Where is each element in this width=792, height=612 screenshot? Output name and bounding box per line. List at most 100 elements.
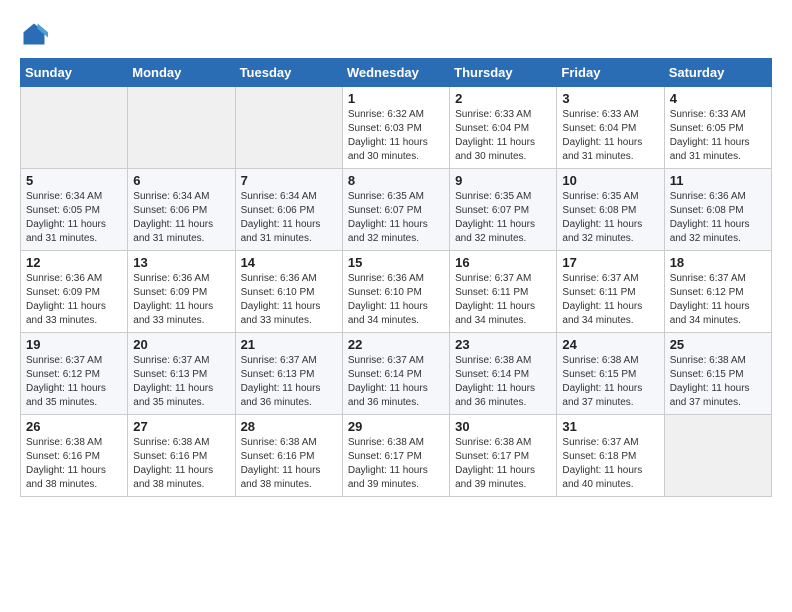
weekday-header: Tuesday [235, 59, 342, 87]
day-number: 5 [26, 173, 122, 188]
day-info: Sunrise: 6:33 AM Sunset: 6:04 PM Dayligh… [455, 108, 551, 164]
day-info: Sunrise: 6:34 AM Sunset: 6:05 PM Dayligh… [26, 190, 122, 246]
calendar-day-cell: 5 Sunrise: 6:34 AM Sunset: 6:05 PM Daylig… [21, 169, 128, 251]
day-number: 15 [348, 255, 444, 270]
calendar-week-row: 12 Sunrise: 6:36 AM Sunset: 6:09 PM Dayli… [21, 251, 772, 333]
day-info: Sunrise: 6:37 AM Sunset: 6:13 PM Dayligh… [241, 354, 337, 410]
calendar-day-cell: 20 Sunrise: 6:37 AM Sunset: 6:13 PM Dayli… [128, 333, 235, 415]
page-header [20, 20, 772, 48]
day-info: Sunrise: 6:35 AM Sunset: 6:07 PM Dayligh… [455, 190, 551, 246]
day-info: Sunrise: 6:38 AM Sunset: 6:17 PM Dayligh… [455, 436, 551, 492]
day-info: Sunrise: 6:36 AM Sunset: 6:09 PM Dayligh… [133, 272, 229, 328]
logo [20, 20, 52, 48]
day-info: Sunrise: 6:37 AM Sunset: 6:12 PM Dayligh… [26, 354, 122, 410]
day-number: 24 [562, 337, 658, 352]
calendar-week-row: 19 Sunrise: 6:37 AM Sunset: 6:12 PM Dayli… [21, 333, 772, 415]
calendar-day-cell: 10 Sunrise: 6:35 AM Sunset: 6:08 PM Dayli… [557, 169, 664, 251]
day-number: 19 [26, 337, 122, 352]
day-number: 28 [241, 419, 337, 434]
calendar-day-cell: 25 Sunrise: 6:38 AM Sunset: 6:15 PM Dayli… [664, 333, 771, 415]
calendar-day-cell: 19 Sunrise: 6:37 AM Sunset: 6:12 PM Dayli… [21, 333, 128, 415]
calendar-day-cell: 18 Sunrise: 6:37 AM Sunset: 6:12 PM Dayli… [664, 251, 771, 333]
calendar-day-cell: 6 Sunrise: 6:34 AM Sunset: 6:06 PM Daylig… [128, 169, 235, 251]
day-number: 16 [455, 255, 551, 270]
day-number: 14 [241, 255, 337, 270]
calendar-day-cell: 16 Sunrise: 6:37 AM Sunset: 6:11 PM Dayli… [450, 251, 557, 333]
day-info: Sunrise: 6:36 AM Sunset: 6:09 PM Dayligh… [26, 272, 122, 328]
calendar-day-cell: 7Sunrise: 6:34 AM Sunset: 6:06 PM Daylig… [235, 169, 342, 251]
day-number: 17 [562, 255, 658, 270]
day-info: Sunrise: 6:35 AM Sunset: 6:08 PM Dayligh… [562, 190, 658, 246]
day-info: Sunrise: 6:38 AM Sunset: 6:15 PM Dayligh… [562, 354, 658, 410]
weekday-header: Sunday [21, 59, 128, 87]
day-number: 10 [562, 173, 658, 188]
day-number: 1 [348, 91, 444, 106]
day-number: 4 [670, 91, 766, 106]
day-info: Sunrise: 6:36 AM Sunset: 6:10 PM Dayligh… [241, 272, 337, 328]
calendar-day-cell [235, 87, 342, 169]
calendar-day-cell: 27 Sunrise: 6:38 AM Sunset: 6:16 PM Dayli… [128, 415, 235, 497]
day-info: Sunrise: 6:34 AM Sunset: 6:06 PM Dayligh… [133, 190, 229, 246]
day-number: 30 [455, 419, 551, 434]
calendar-day-cell [128, 87, 235, 169]
weekday-header-row: SundayMondayTuesdayWednesdayThursdayFrid… [21, 59, 772, 87]
weekday-header: Monday [128, 59, 235, 87]
calendar-day-cell: 31 Sunrise: 6:37 AM Sunset: 6:18 PM Dayli… [557, 415, 664, 497]
calendar-day-cell: 4 Sunrise: 6:33 AM Sunset: 6:05 PM Daylig… [664, 87, 771, 169]
day-number: 21 [241, 337, 337, 352]
day-number: 6 [133, 173, 229, 188]
day-number: 2 [455, 91, 551, 106]
day-info: Sunrise: 6:36 AM Sunset: 6:10 PM Dayligh… [348, 272, 444, 328]
calendar-day-cell: 3 Sunrise: 6:33 AM Sunset: 6:04 PM Daylig… [557, 87, 664, 169]
day-info: Sunrise: 6:37 AM Sunset: 6:11 PM Dayligh… [562, 272, 658, 328]
calendar-day-cell: 9 Sunrise: 6:35 AM Sunset: 6:07 PM Daylig… [450, 169, 557, 251]
day-info: Sunrise: 6:38 AM Sunset: 6:16 PM Dayligh… [26, 436, 122, 492]
day-info: Sunrise: 6:37 AM Sunset: 6:18 PM Dayligh… [562, 436, 658, 492]
day-number: 20 [133, 337, 229, 352]
day-number: 12 [26, 255, 122, 270]
day-number: 22 [348, 337, 444, 352]
calendar-day-cell: 26Sunrise: 6:38 AM Sunset: 6:16 PM Dayli… [21, 415, 128, 497]
day-number: 25 [670, 337, 766, 352]
day-info: Sunrise: 6:37 AM Sunset: 6:12 PM Dayligh… [670, 272, 766, 328]
day-number: 3 [562, 91, 658, 106]
day-number: 23 [455, 337, 551, 352]
day-info: Sunrise: 6:33 AM Sunset: 6:05 PM Dayligh… [670, 108, 766, 164]
day-number: 7 [241, 173, 337, 188]
weekday-header: Saturday [664, 59, 771, 87]
calendar-day-cell: 8 Sunrise: 6:35 AM Sunset: 6:07 PM Daylig… [342, 169, 449, 251]
day-number: 9 [455, 173, 551, 188]
day-info: Sunrise: 6:35 AM Sunset: 6:07 PM Dayligh… [348, 190, 444, 246]
calendar-day-cell: 23Sunrise: 6:38 AM Sunset: 6:14 PM Dayli… [450, 333, 557, 415]
day-info: Sunrise: 6:38 AM Sunset: 6:16 PM Dayligh… [133, 436, 229, 492]
calendar-week-row: 5 Sunrise: 6:34 AM Sunset: 6:05 PM Daylig… [21, 169, 772, 251]
calendar-day-cell: 2 Sunrise: 6:33 AM Sunset: 6:04 PM Daylig… [450, 87, 557, 169]
day-info: Sunrise: 6:33 AM Sunset: 6:04 PM Dayligh… [562, 108, 658, 164]
day-number: 31 [562, 419, 658, 434]
calendar-day-cell: 15 Sunrise: 6:36 AM Sunset: 6:10 PM Dayli… [342, 251, 449, 333]
calendar-day-cell: 11Sunrise: 6:36 AM Sunset: 6:08 PM Dayli… [664, 169, 771, 251]
day-info: Sunrise: 6:38 AM Sunset: 6:15 PM Dayligh… [670, 354, 766, 410]
day-number: 29 [348, 419, 444, 434]
calendar-day-cell [21, 87, 128, 169]
day-info: Sunrise: 6:38 AM Sunset: 6:16 PM Dayligh… [241, 436, 337, 492]
day-info: Sunrise: 6:32 AM Sunset: 6:03 PM Dayligh… [348, 108, 444, 164]
calendar-day-cell [664, 415, 771, 497]
calendar-day-cell: 17 Sunrise: 6:37 AM Sunset: 6:11 PM Dayli… [557, 251, 664, 333]
calendar-day-cell: 30 Sunrise: 6:38 AM Sunset: 6:17 PM Dayli… [450, 415, 557, 497]
weekday-header: Wednesday [342, 59, 449, 87]
day-info: Sunrise: 6:37 AM Sunset: 6:11 PM Dayligh… [455, 272, 551, 328]
day-number: 8 [348, 173, 444, 188]
day-number: 27 [133, 419, 229, 434]
calendar-day-cell: 14 Sunrise: 6:36 AM Sunset: 6:10 PM Dayli… [235, 251, 342, 333]
calendar-table: SundayMondayTuesdayWednesdayThursdayFrid… [20, 58, 772, 497]
day-number: 11 [670, 173, 766, 188]
calendar-day-cell: 21 Sunrise: 6:37 AM Sunset: 6:13 PM Dayli… [235, 333, 342, 415]
day-info: Sunrise: 6:37 AM Sunset: 6:13 PM Dayligh… [133, 354, 229, 410]
calendar-day-cell: 22 Sunrise: 6:37 AM Sunset: 6:14 PM Dayli… [342, 333, 449, 415]
calendar-day-cell: 28 Sunrise: 6:38 AM Sunset: 6:16 PM Dayli… [235, 415, 342, 497]
day-number: 18 [670, 255, 766, 270]
weekday-header: Thursday [450, 59, 557, 87]
calendar-day-cell: 1 Sunrise: 6:32 AM Sunset: 6:03 PM Daylig… [342, 87, 449, 169]
day-info: Sunrise: 6:37 AM Sunset: 6:14 PM Dayligh… [348, 354, 444, 410]
